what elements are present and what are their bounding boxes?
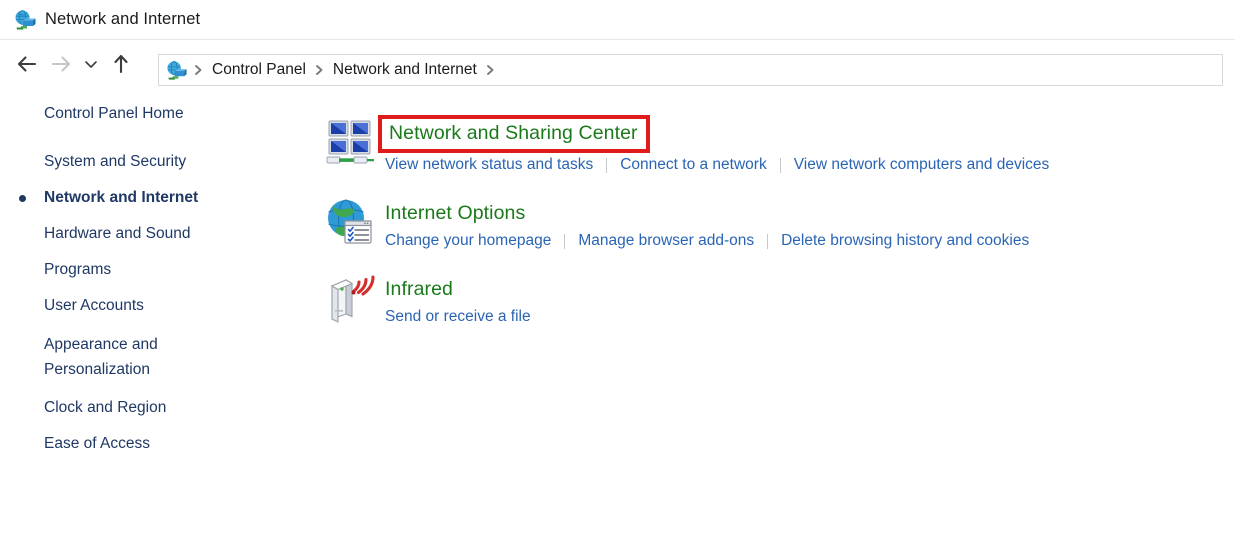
link-view-network-computers-and-devices[interactable]: View network computers and devices [794, 156, 1050, 174]
sidebar-item-label: User Accounts [44, 297, 144, 314]
sidebar-item-system-and-security[interactable]: System and Security [0, 152, 300, 172]
link-send-or-receive-a-file[interactable]: Send or receive a file [385, 308, 531, 326]
category-list: Network and Sharing Center View network … [325, 115, 1225, 348]
sidebar-item-ease-of-access[interactable]: Ease of Access [0, 434, 300, 454]
breadcrumb-separator [311, 55, 328, 85]
up-arrow-icon [114, 54, 128, 74]
sidebar-item-label: Ease of Access [44, 435, 150, 452]
category-infrared: Infrared Send or receive a file [325, 272, 1225, 326]
sidebar-item-label: Appearance and Personalization [44, 336, 158, 378]
sidebar-item-appearance-and-personalization[interactable]: Appearance and Personalization [0, 332, 200, 382]
back-button[interactable] [10, 47, 44, 81]
sidebar-item-clock-and-region[interactable]: Clock and Region [0, 398, 300, 418]
bullet-icon [19, 195, 26, 202]
infrared-icon [325, 272, 377, 324]
control-panel-window: Network and Internet Control Panel Netwo… [0, 0, 1235, 535]
sidebar-item-label: Clock and Region [44, 399, 167, 416]
category-links: View network status and tasks Connect to… [385, 156, 1049, 174]
category-body: Internet Options Change your homepage Ma… [385, 196, 1029, 250]
category-internet-options: Internet Options Change your homepage Ma… [325, 196, 1225, 250]
link-divider [767, 233, 769, 249]
link-divider [779, 157, 781, 173]
network-sharing-center-icon [325, 116, 377, 168]
link-change-your-homepage[interactable]: Change your homepage [385, 232, 551, 250]
category-body: Network and Sharing Center View network … [378, 115, 1049, 174]
link-divider [606, 157, 608, 173]
sidebar-item-label: Hardware and Sound [44, 225, 191, 242]
window-title: Network and Internet [45, 10, 201, 28]
category-body: Infrared Send or receive a file [385, 272, 531, 326]
breadcrumb-separator [190, 55, 207, 85]
sidebar-item-hardware-and-sound[interactable]: Hardware and Sound [0, 224, 300, 244]
category-links: Send or receive a file [385, 308, 531, 326]
sidebar-item-user-accounts[interactable]: User Accounts [0, 296, 300, 316]
link-view-network-status-and-tasks[interactable]: View network status and tasks [385, 156, 593, 174]
sidebar-item-programs[interactable]: Programs [0, 260, 300, 280]
back-arrow-icon [17, 56, 37, 72]
sidebar-item-label: Programs [44, 261, 112, 278]
address-bar[interactable]: Control Panel Network and Internet [158, 54, 1223, 86]
forward-button[interactable] [44, 47, 78, 81]
sidebar-item-label: System and Security [44, 153, 187, 170]
link-connect-to-a-network[interactable]: Connect to a network [620, 156, 766, 174]
forward-arrow-icon [51, 56, 71, 72]
category-links: Change your homepage Manage browser add-… [385, 232, 1029, 250]
sidebar-item-label: Network and Internet [44, 189, 199, 206]
sidebar-item-network-and-internet[interactable]: Network and Internet [0, 188, 300, 208]
category-title-infrared[interactable]: Infrared [385, 277, 453, 302]
sidebar: Control Panel Home System and Security N… [0, 104, 300, 470]
recent-locations-button[interactable] [78, 47, 104, 81]
chevron-down-icon [85, 61, 97, 68]
breadcrumb-network-and-internet[interactable]: Network and Internet [328, 55, 482, 85]
category-network-and-sharing-center: Network and Sharing Center View network … [325, 115, 1225, 174]
breadcrumb-separator-trailing[interactable] [482, 55, 499, 85]
link-delete-browsing-history-and-cookies[interactable]: Delete browsing history and cookies [781, 232, 1029, 250]
link-divider [564, 233, 566, 249]
breadcrumb-control-panel[interactable]: Control Panel [207, 55, 311, 85]
link-manage-browser-add-ons[interactable]: Manage browser add-ons [578, 232, 754, 250]
title-bar: Network and Internet [0, 0, 1235, 40]
internet-options-icon [325, 196, 377, 248]
category-title-network-and-sharing-center[interactable]: Network and Sharing Center [378, 115, 650, 153]
up-button[interactable] [104, 47, 138, 81]
network-internet-icon [166, 60, 187, 81]
category-title-internet-options[interactable]: Internet Options [385, 201, 525, 226]
sidebar-item-label: Control Panel Home [44, 105, 184, 122]
sidebar-item-control-panel-home[interactable]: Control Panel Home [0, 104, 300, 124]
network-internet-icon [14, 9, 36, 31]
